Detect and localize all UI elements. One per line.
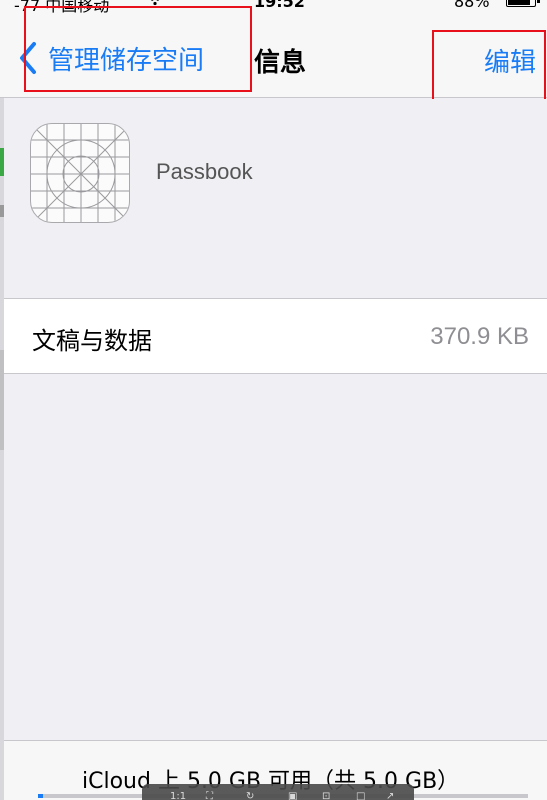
clock-label: 19:52 <box>254 0 305 11</box>
app-name: Passbook <box>156 159 253 184</box>
fit-icon[interactable]: ⛶ <box>206 791 213 800</box>
download-icon[interactable]: ⊡ <box>322 791 330 800</box>
documents-data-row: 文稿与数据 370.9 KB <box>4 298 547 374</box>
documents-data-size: 370.9 KB <box>430 323 529 350</box>
documents-data-label: 文稿与数据 <box>32 327 152 355</box>
image-viewer-toolbar: 1:1 ⛶ ↻ ▣ ⊡ □ ↗ <box>142 784 414 800</box>
app-header: Passbook <box>4 99 547 297</box>
page-title: 信息 <box>254 48 307 78</box>
battery-icon <box>506 0 540 7</box>
battery-percent: 88% <box>454 0 490 11</box>
passbook-placeholder-icon <box>30 123 130 223</box>
save-icon[interactable]: ▣ <box>288 791 297 800</box>
zoom-label[interactable]: 1:1 <box>170 791 186 800</box>
annotation-box-edit <box>432 30 546 110</box>
share-icon[interactable]: ↗ <box>386 791 394 800</box>
copy-icon[interactable]: □ <box>356 791 365 800</box>
storage-progress-fill <box>38 794 43 798</box>
rotate-icon[interactable]: ↻ <box>246 791 254 800</box>
annotation-box-back <box>24 6 252 92</box>
